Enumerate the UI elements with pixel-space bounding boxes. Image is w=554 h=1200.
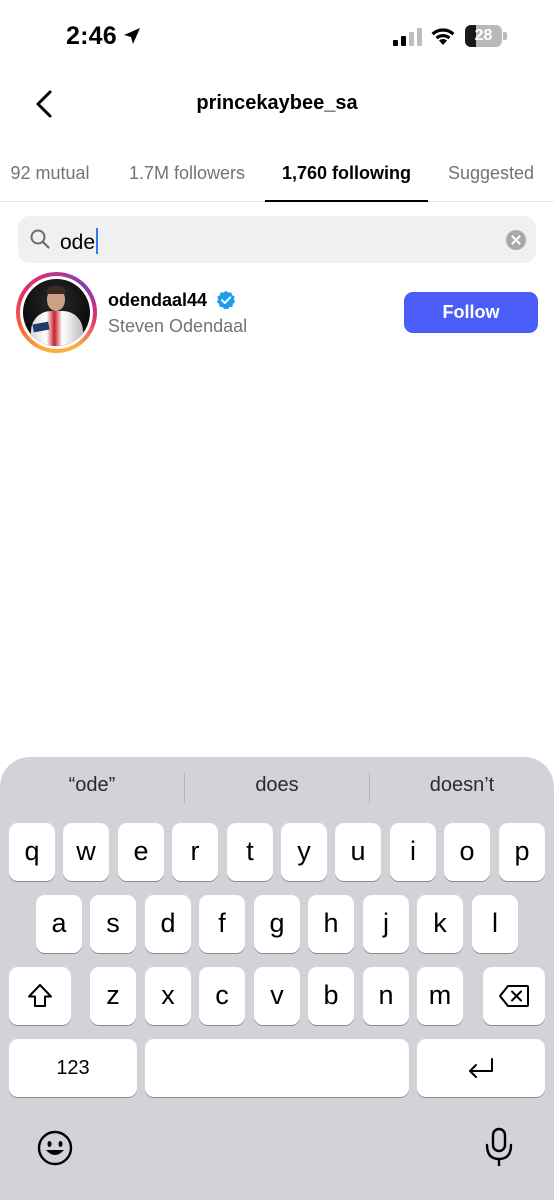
key-label: v <box>270 979 284 1010</box>
backspace-key[interactable] <box>483 967 545 1025</box>
tab-suggested[interactable]: Suggested <box>436 150 546 200</box>
key-v[interactable]: v <box>254 967 300 1025</box>
key-g[interactable]: g <box>254 895 300 953</box>
key-p[interactable]: p <box>499 823 545 881</box>
key-label: z <box>106 979 120 1010</box>
key-o[interactable]: o <box>444 823 490 881</box>
key-label: e <box>133 835 149 866</box>
key-q[interactable]: q <box>9 823 55 881</box>
key-label: 123 <box>56 1056 90 1079</box>
shift-key[interactable] <box>9 967 71 1025</box>
key-label: d <box>160 907 176 938</box>
status-time: 2:46 <box>66 22 117 50</box>
story-ring <box>16 272 97 353</box>
key-label: c <box>215 979 229 1010</box>
space-key[interactable] <box>145 1039 409 1097</box>
battery-icon: 28 <box>465 25 507 47</box>
key-e[interactable]: e <box>118 823 164 881</box>
search-icon <box>30 229 50 249</box>
tab-following[interactable]: 1,760 following <box>265 150 428 202</box>
list-item[interactable]: odendaal44 Steven Odendaal Follow <box>0 270 554 358</box>
search-bar[interactable]: ode <box>18 216 536 263</box>
key-label: w <box>76 835 96 866</box>
follow-button[interactable]: Follow <box>404 292 538 333</box>
location-arrow-icon <box>124 28 140 44</box>
avatar[interactable] <box>23 279 90 346</box>
page-title: princekaybee_sa <box>196 92 358 114</box>
wifi-icon <box>431 28 455 45</box>
tab-followers[interactable]: 1.7M followers <box>114 150 260 200</box>
key-n[interactable]: n <box>363 967 409 1025</box>
key-label: f <box>218 907 226 938</box>
key-label: l <box>492 907 498 938</box>
search-input[interactable]: ode <box>60 228 99 255</box>
status-bar: 2:46 28 <box>0 0 554 76</box>
key-label: k <box>433 907 447 938</box>
key-label: q <box>24 835 40 866</box>
key-label: b <box>323 979 339 1010</box>
key-k[interactable]: k <box>417 895 463 953</box>
key-c[interactable]: c <box>199 967 245 1025</box>
key-x[interactable]: x <box>145 967 191 1025</box>
key-y[interactable]: y <box>281 823 327 881</box>
key-u[interactable]: u <box>335 823 381 881</box>
full-name: Steven Odendaal <box>108 316 248 336</box>
key-label: t <box>246 835 254 866</box>
return-icon <box>469 1058 493 1078</box>
clear-icon[interactable] <box>506 230 526 250</box>
key-j[interactable]: j <box>363 895 409 953</box>
key-a[interactable]: a <box>36 895 82 953</box>
search-input-value: ode <box>60 231 96 254</box>
key-label: n <box>378 979 394 1010</box>
suggestion-item[interactable]: “ode” <box>0 774 184 797</box>
key-t[interactable]: t <box>227 823 273 881</box>
microphone-icon[interactable] <box>484 1127 514 1169</box>
username[interactable]: odendaal44 <box>108 290 207 311</box>
key-h[interactable]: h <box>308 895 354 953</box>
key-l[interactable]: l <box>472 895 518 953</box>
numbers-key[interactable]: 123 <box>9 1039 137 1097</box>
return-key[interactable] <box>417 1039 545 1097</box>
key-i[interactable]: i <box>390 823 436 881</box>
emoji-icon[interactable] <box>36 1129 74 1167</box>
key-label: g <box>269 907 285 938</box>
key-label: h <box>323 907 339 938</box>
keyboard-suggestions: “ode” does doesn’t <box>0 757 554 819</box>
verified-badge-icon <box>216 290 236 310</box>
key-label: j <box>383 907 389 938</box>
key-label: u <box>350 835 366 866</box>
tab-bar: 92 mutual 1.7M followers 1,760 following… <box>0 150 554 202</box>
key-s[interactable]: s <box>90 895 136 953</box>
battery-level: 28 <box>474 27 493 44</box>
key-w[interactable]: w <box>63 823 109 881</box>
shift-icon <box>28 984 52 1007</box>
key-r[interactable]: r <box>172 823 218 881</box>
cellular-signal-icon <box>393 28 422 46</box>
suggestion-item[interactable]: doesn’t <box>370 774 554 797</box>
key-b[interactable]: b <box>308 967 354 1025</box>
key-label: a <box>51 907 67 938</box>
key-label: m <box>428 979 452 1010</box>
key-z[interactable]: z <box>90 967 136 1025</box>
key-label: i <box>410 835 416 866</box>
key-label: s <box>106 907 120 938</box>
key-m[interactable]: m <box>417 967 463 1025</box>
key-label: o <box>459 835 475 866</box>
text-caret <box>96 228 99 254</box>
key-label: p <box>514 835 530 866</box>
suggestion-item[interactable]: does <box>185 774 369 797</box>
keyboard: “ode” does doesn’t q w e r t y u i o p a… <box>0 757 554 1200</box>
key-label: r <box>190 835 200 866</box>
backspace-icon <box>499 985 529 1007</box>
key-label: x <box>161 979 175 1010</box>
key-label: y <box>297 835 311 866</box>
key-d[interactable]: d <box>145 895 191 953</box>
tab-mutual[interactable]: 92 mutual <box>0 150 100 200</box>
key-f[interactable]: f <box>199 895 245 953</box>
